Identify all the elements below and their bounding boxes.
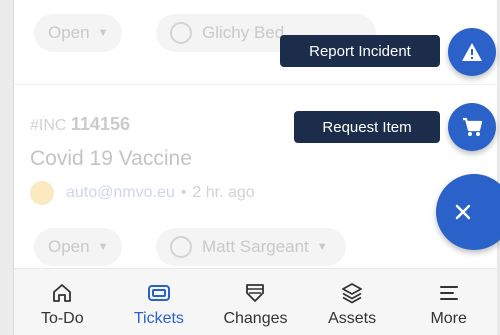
nav-item-tickets[interactable]: Tickets (111, 269, 208, 335)
bottom-nav: To-Do Tickets Changes Assets More (14, 268, 497, 335)
cart-icon (463, 117, 483, 136)
ticket-status-dropdown[interactable]: Open ▼ (34, 228, 123, 266)
ticket-number: 114156 (70, 114, 130, 134)
status-dropdown[interactable]: Open ▼ (34, 14, 123, 52)
changes-icon (246, 284, 265, 302)
nav-label-todo: To-Do (40, 310, 84, 327)
status-value: Open (48, 23, 90, 42)
ticket-age: 2 hr. ago (192, 184, 255, 201)
request-item-button[interactable] (448, 103, 496, 151)
ticket-prefix: #INC (30, 117, 67, 134)
ticket-assignee-value: Matt Sargeant (202, 237, 309, 256)
nav-item-todo[interactable]: To-Do (14, 269, 111, 335)
headset-icon (170, 22, 192, 44)
request-item-label[interactable]: Request Item (294, 111, 440, 143)
ticket-author: auto@nmvo.eu (66, 184, 175, 201)
warning-icon (462, 43, 482, 61)
app-screen: Open ▼ Glichy Bed... #INC 114156 Covid 1… (0, 0, 500, 335)
nav-item-changes[interactable]: Changes (207, 269, 304, 335)
nav-label-changes: Changes (223, 310, 288, 327)
ticket-id: #INC 114156 (30, 114, 130, 135)
divider (14, 84, 497, 85)
nav-item-assets[interactable]: Assets (304, 269, 401, 335)
nav-label-assets: Assets (328, 310, 377, 327)
headset-icon (170, 236, 192, 258)
ticket-title[interactable]: Covid 19 Vaccine (30, 147, 192, 171)
report-incident-label[interactable]: Report Incident (280, 35, 440, 67)
nav-item-more[interactable]: More (400, 269, 497, 335)
ticket-assignee-dropdown[interactable]: Matt Sargeant ▼ (156, 228, 346, 266)
chevron-down-icon: ▼ (97, 27, 109, 39)
ticket-meta: auto@nmvo.eu • 2 hr. ago (30, 181, 255, 205)
close-icon (455, 204, 471, 220)
nav-label-more: More (430, 310, 467, 327)
layers-icon (342, 283, 362, 304)
report-incident-button[interactable] (448, 28, 496, 76)
screen-edge (0, 0, 14, 335)
chevron-down-icon: ▼ (316, 241, 328, 253)
menu-icon (439, 286, 458, 300)
ticket-icon (147, 285, 170, 301)
ticket-status-value: Open (48, 237, 90, 256)
avatar (30, 181, 54, 205)
nav-label-tickets: Tickets (133, 310, 184, 327)
home-icon (53, 284, 72, 302)
meta-separator: • (180, 184, 187, 201)
chevron-down-icon: ▼ (97, 241, 109, 253)
